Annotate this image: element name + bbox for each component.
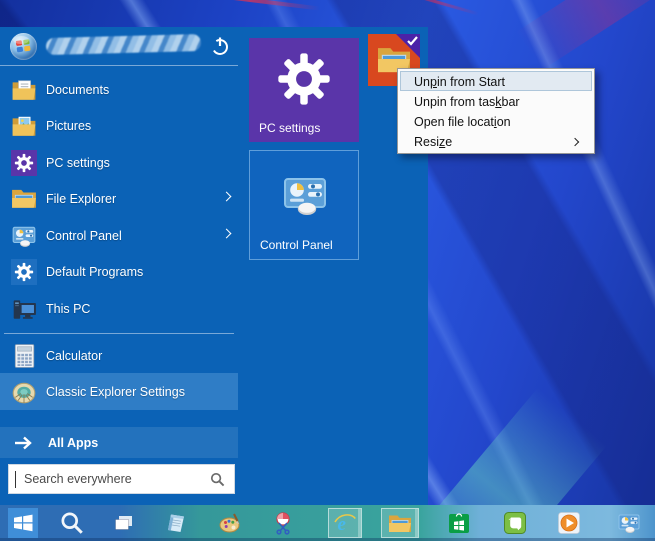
control-panel-icon [281,171,329,219]
search-input[interactable] [16,472,210,486]
user-name-redacted[interactable] [45,33,202,56]
documents-folder-icon [11,77,37,103]
start-button[interactable] [8,508,38,538]
taskbar-windows-store-button[interactable] [444,508,474,538]
taskbar: e [0,505,655,541]
start-menu-item-this-pc[interactable]: This PC [0,290,238,327]
start-menu-item-label: This PC [46,301,91,316]
taskbar-media-player-button[interactable] [554,508,584,538]
windows-orb-icon [10,33,37,60]
tile-pc-settings[interactable]: PC settings [249,38,359,142]
this-pc-computer-icon [11,296,37,322]
pc-settings-gear-icon [11,149,37,176]
start-menu-item-label: Default Programs [46,264,144,279]
desktop: Documents Pictures PC settings File Expl… [0,0,655,541]
context-menu-item-resize[interactable]: Resize [400,131,592,151]
context-menu: Unpin from Start Unpin from taskbar Open f… [397,68,595,154]
right-arrow-icon [13,435,35,451]
start-menu-item-label: File Explorer [46,191,117,206]
start-menu-item-label: Calculator [46,348,103,363]
start-menu-item-label: Pictures [46,118,92,133]
window-stack-icon [115,516,132,530]
checkmark-icon [407,36,418,46]
all-apps-button[interactable]: All Apps [0,427,238,458]
taskbar-search-button[interactable] [57,508,87,538]
context-menu-item-unpin-from-start[interactable]: Unpin from Start [400,71,592,91]
start-menu-item-label: PC settings [46,155,110,170]
tile-label: Control Panel [260,238,333,252]
start-menu-item-default-programs[interactable]: Default Programs [0,253,238,290]
context-menu-item-unpin-from-taskbar[interactable]: Unpin from taskbar [400,91,592,111]
file-explorer-icon [388,511,412,535]
start-menu-item-control-panel[interactable]: Control Panel [0,217,238,254]
start-menu-item-label: Classic Explorer Settings [46,384,185,399]
taskbar-file-explorer-button[interactable] [381,508,419,538]
windows-logo-icon [14,514,33,532]
taskbar-snipping-tool-button[interactable] [268,508,298,538]
taskbar-control-panel-button[interactable] [614,508,644,538]
taskbar-paint-button[interactable] [215,508,245,538]
start-menu-item-pictures[interactable]: Pictures [0,107,238,144]
submenu-chevron-icon [221,228,232,239]
play-button-icon [558,512,580,534]
snipping-tool-icon [276,512,290,535]
start-menu-item-documents[interactable]: Documents [0,71,238,108]
tile-label: PC settings [259,121,321,135]
file-explorer-folder-icon [11,186,37,212]
calculator-icon [11,343,37,369]
search-box [8,464,235,494]
context-menu-item-open-file-location[interactable]: Open file location [400,111,592,131]
tile-control-panel[interactable]: Control Panel [249,150,359,260]
default-programs-gear-icon [11,258,37,285]
start-menu-item-label: Documents [46,82,110,97]
start-menu: Documents Pictures PC settings File Expl… [0,27,428,505]
control-panel-icon [11,223,37,249]
search-icon[interactable] [210,472,225,487]
search-icon [60,511,84,535]
gear-icon [276,51,332,107]
windows-store-icon [449,513,469,533]
evernote-icon [504,512,526,534]
start-menu-header [0,27,238,66]
taskbar-evernote-button[interactable] [499,508,531,538]
taskbar-notepad-button[interactable] [161,508,191,538]
paint-palette-icon [219,513,240,533]
context-menu-items: Unpin from Start Unpin from taskbar Open f… [400,71,592,151]
control-panel-icon [617,511,641,535]
start-menu-item-classic-explorer-settings[interactable]: Classic Explorer Settings [0,373,238,410]
taskbar-internet-explorer-button[interactable]: e [328,508,362,538]
start-menu-item-label: Control Panel [46,228,122,243]
taskbar-window-switcher-button[interactable] [109,508,139,538]
all-apps-label: All Apps [48,435,99,450]
menu-divider [4,333,234,334]
start-menu-item-calculator[interactable]: Calculator [0,337,238,374]
submenu-chevron-icon [221,191,232,202]
pictures-folder-icon [11,113,37,139]
notepad-icon [168,514,184,532]
power-button[interactable] [210,36,230,56]
seashell-icon [11,379,37,405]
start-menu-item-file-explorer[interactable]: File Explorer [0,180,238,217]
start-menu-item-pc-settings[interactable]: PC settings [0,144,238,181]
internet-explorer-icon: e [334,514,356,535]
